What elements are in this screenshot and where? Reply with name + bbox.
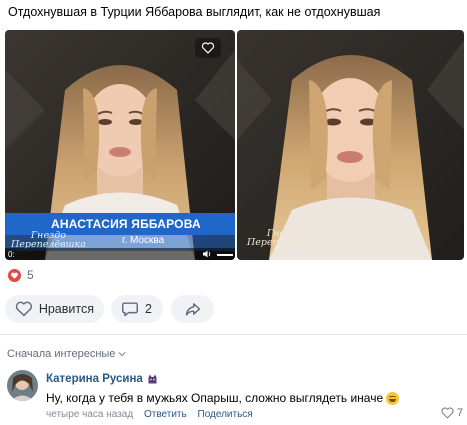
banner-city: г. Москва bbox=[122, 235, 165, 246]
grinning-emoji-icon bbox=[386, 391, 400, 405]
likes-summary[interactable]: 5 bbox=[8, 268, 34, 282]
banner-name: АНАСТАСИЯ ЯББАРОВА bbox=[51, 217, 201, 231]
reply-link[interactable]: Ответить bbox=[144, 409, 187, 420]
video-time: 0: bbox=[8, 250, 15, 259]
avatar[interactable] bbox=[7, 370, 38, 401]
share-arrow-icon bbox=[185, 303, 200, 316]
show-logo-line2: Перепелёвшка bbox=[247, 237, 322, 248]
comment-body: Ну, когда у тебя в мужьях Опарыш, сложно… bbox=[46, 391, 384, 405]
sort-label: Сначала интересные bbox=[7, 348, 116, 360]
comment-meta: четыре часа назад Ответить Поделиться bbox=[46, 409, 253, 420]
share-link[interactable]: Поделиться bbox=[198, 409, 253, 420]
section-divider bbox=[0, 334, 467, 335]
post-photo-right[interactable]: Гнездо Перепелёвшка bbox=[237, 30, 464, 260]
comment-count: 2 bbox=[145, 302, 152, 316]
favorite-button[interactable] bbox=[195, 38, 221, 58]
comment-like-count: 7 bbox=[457, 407, 464, 419]
cat-emoji-icon bbox=[148, 374, 157, 384]
like-button[interactable]: Нравится bbox=[5, 295, 104, 323]
like-label: Нравится bbox=[38, 302, 94, 316]
heart-outline-icon bbox=[15, 301, 33, 317]
comment-like-button[interactable]: 7 bbox=[441, 407, 463, 419]
portrait-image-right bbox=[237, 30, 464, 260]
heart-outline-icon bbox=[441, 407, 454, 419]
comment-icon bbox=[121, 302, 138, 317]
volume-icon[interactable] bbox=[202, 249, 212, 259]
heart-outline-icon bbox=[201, 42, 215, 54]
chevron-down-icon bbox=[118, 352, 127, 357]
comment-author-name: Катерина Русина bbox=[46, 373, 143, 385]
comments-sort-dropdown[interactable]: Сначала интересные bbox=[7, 348, 127, 360]
comment-button[interactable]: 2 bbox=[111, 295, 163, 323]
video-progress[interactable] bbox=[217, 254, 233, 256]
post-photo-left[interactable]: АНАСТАСИЯ ЯББАРОВА г. Москва Гнездо Пере… bbox=[5, 30, 235, 260]
show-logo: Гнездо Перепелёвшка bbox=[247, 229, 322, 248]
show-logo: Гнездо Перепелёвшка bbox=[11, 231, 86, 250]
heart-filled-icon bbox=[8, 268, 21, 282]
comment-text: Ну, когда у тебя в мужьях Опарыш, сложно… bbox=[46, 391, 400, 405]
post-text: Отдохнувшая в Турции Яббарова выглядит, … bbox=[8, 5, 381, 19]
comment-author[interactable]: Катерина Русина bbox=[46, 373, 158, 385]
avatar-image bbox=[7, 370, 38, 401]
likes-count: 5 bbox=[27, 268, 34, 282]
comment-time[interactable]: четыре часа назад bbox=[46, 409, 133, 420]
video-controls: 0: bbox=[5, 248, 235, 260]
share-button[interactable] bbox=[171, 295, 214, 323]
